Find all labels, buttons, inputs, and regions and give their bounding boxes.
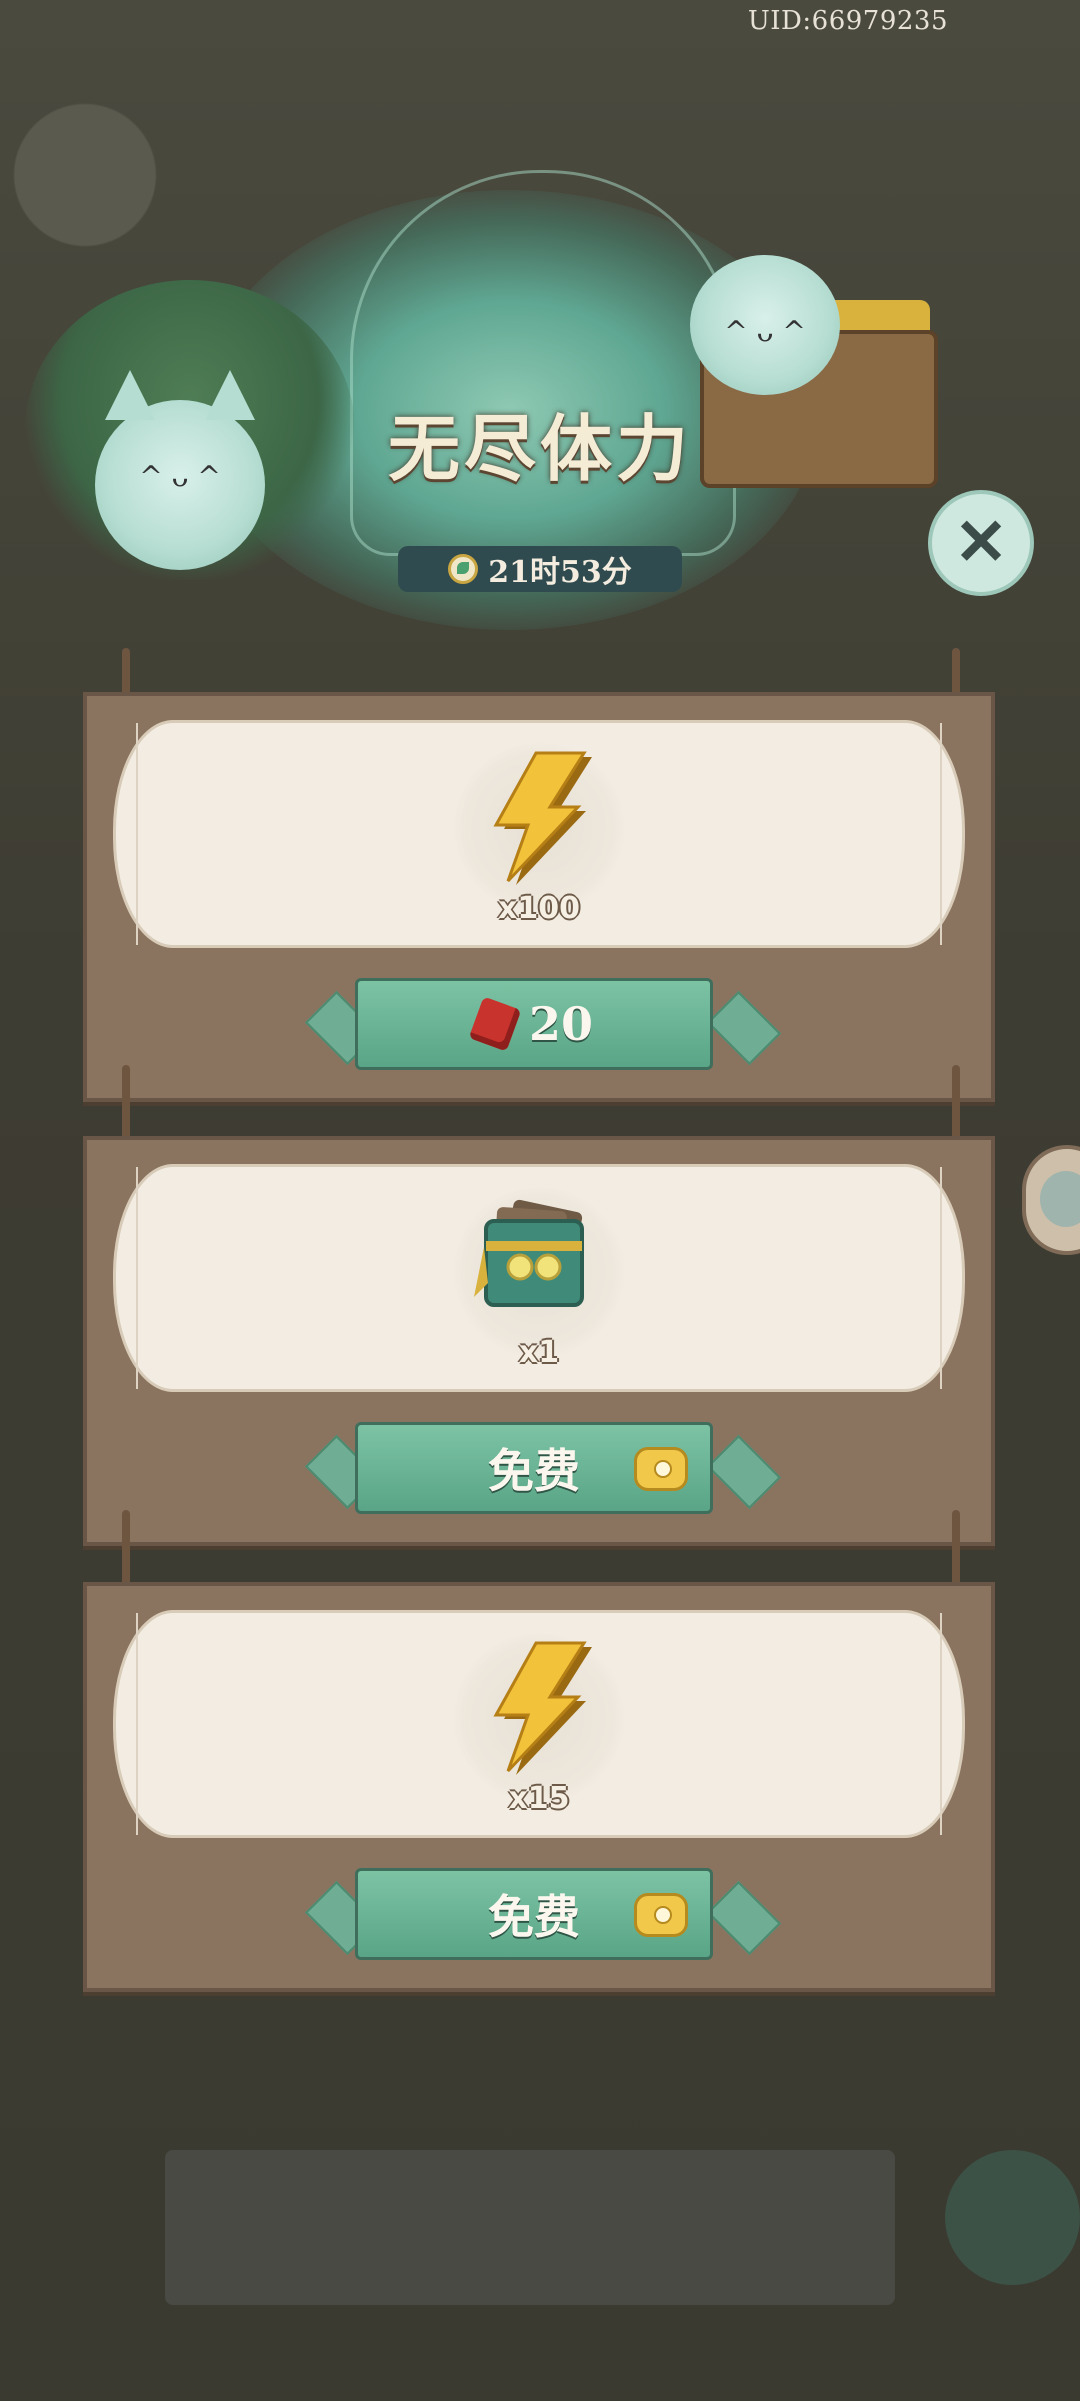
offer-board-3: x15 免费 [83, 1582, 995, 1992]
popup-header: ^ ᴗ ^ ^ ᴗ ^ 无尽体力 21时53分 [0, 150, 1080, 810]
button-label: 免费 [488, 1444, 580, 1498]
button-label: 免费 [488, 1890, 580, 1944]
free-button-wrap: 免费 [304, 1420, 782, 1516]
uid-label: UID:66979235 [747, 6, 948, 36]
button-label: 20 [528, 997, 593, 1051]
offer-board-2: x1 免费 [83, 1136, 995, 1546]
offer-card: x1 [113, 1164, 965, 1392]
piggy-bank-icon [634, 1447, 688, 1491]
buy-with-gems-button[interactable]: 20 [355, 978, 713, 1070]
item-quantity: x1 [518, 1335, 560, 1370]
offer-card: x100 [113, 720, 965, 948]
free-button-wrap: 免费 [304, 1866, 782, 1962]
lightning-bolt-icon [493, 1641, 592, 1775]
background-dialog-panel [165, 2150, 895, 2305]
claim-free-button[interactable]: 免费 [355, 1422, 713, 1514]
cat-mascot-right: ^ ᴗ ^ [690, 255, 840, 395]
piggy-bank-icon [634, 1893, 688, 1937]
background-round-button [945, 2150, 1080, 2285]
offer-board-1: x100 20 [83, 692, 995, 1102]
item-quantity: x15 [508, 1781, 570, 1816]
countdown-timer: 21时53分 [398, 546, 682, 592]
buy-button-wrap: 20 [304, 976, 782, 1072]
leaf-clock-icon [448, 554, 479, 584]
claim-free-button[interactable]: 免费 [355, 1868, 713, 1960]
offer-card: x15 [113, 1610, 965, 1838]
ticket-bundle-icon [474, 1199, 584, 1307]
close-icon: ✕ [954, 505, 1008, 580]
red-gem-icon [468, 996, 522, 1052]
close-button[interactable]: ✕ [928, 490, 1034, 596]
lightning-bolt-icon [493, 751, 592, 885]
popup-title: 无尽体力 [387, 406, 692, 491]
header-arch-decoration [350, 170, 736, 556]
item-quantity: x100 [498, 891, 580, 926]
cat-avatar-icon [1040, 1171, 1080, 1227]
timer-text: 21时53分 [488, 555, 632, 590]
